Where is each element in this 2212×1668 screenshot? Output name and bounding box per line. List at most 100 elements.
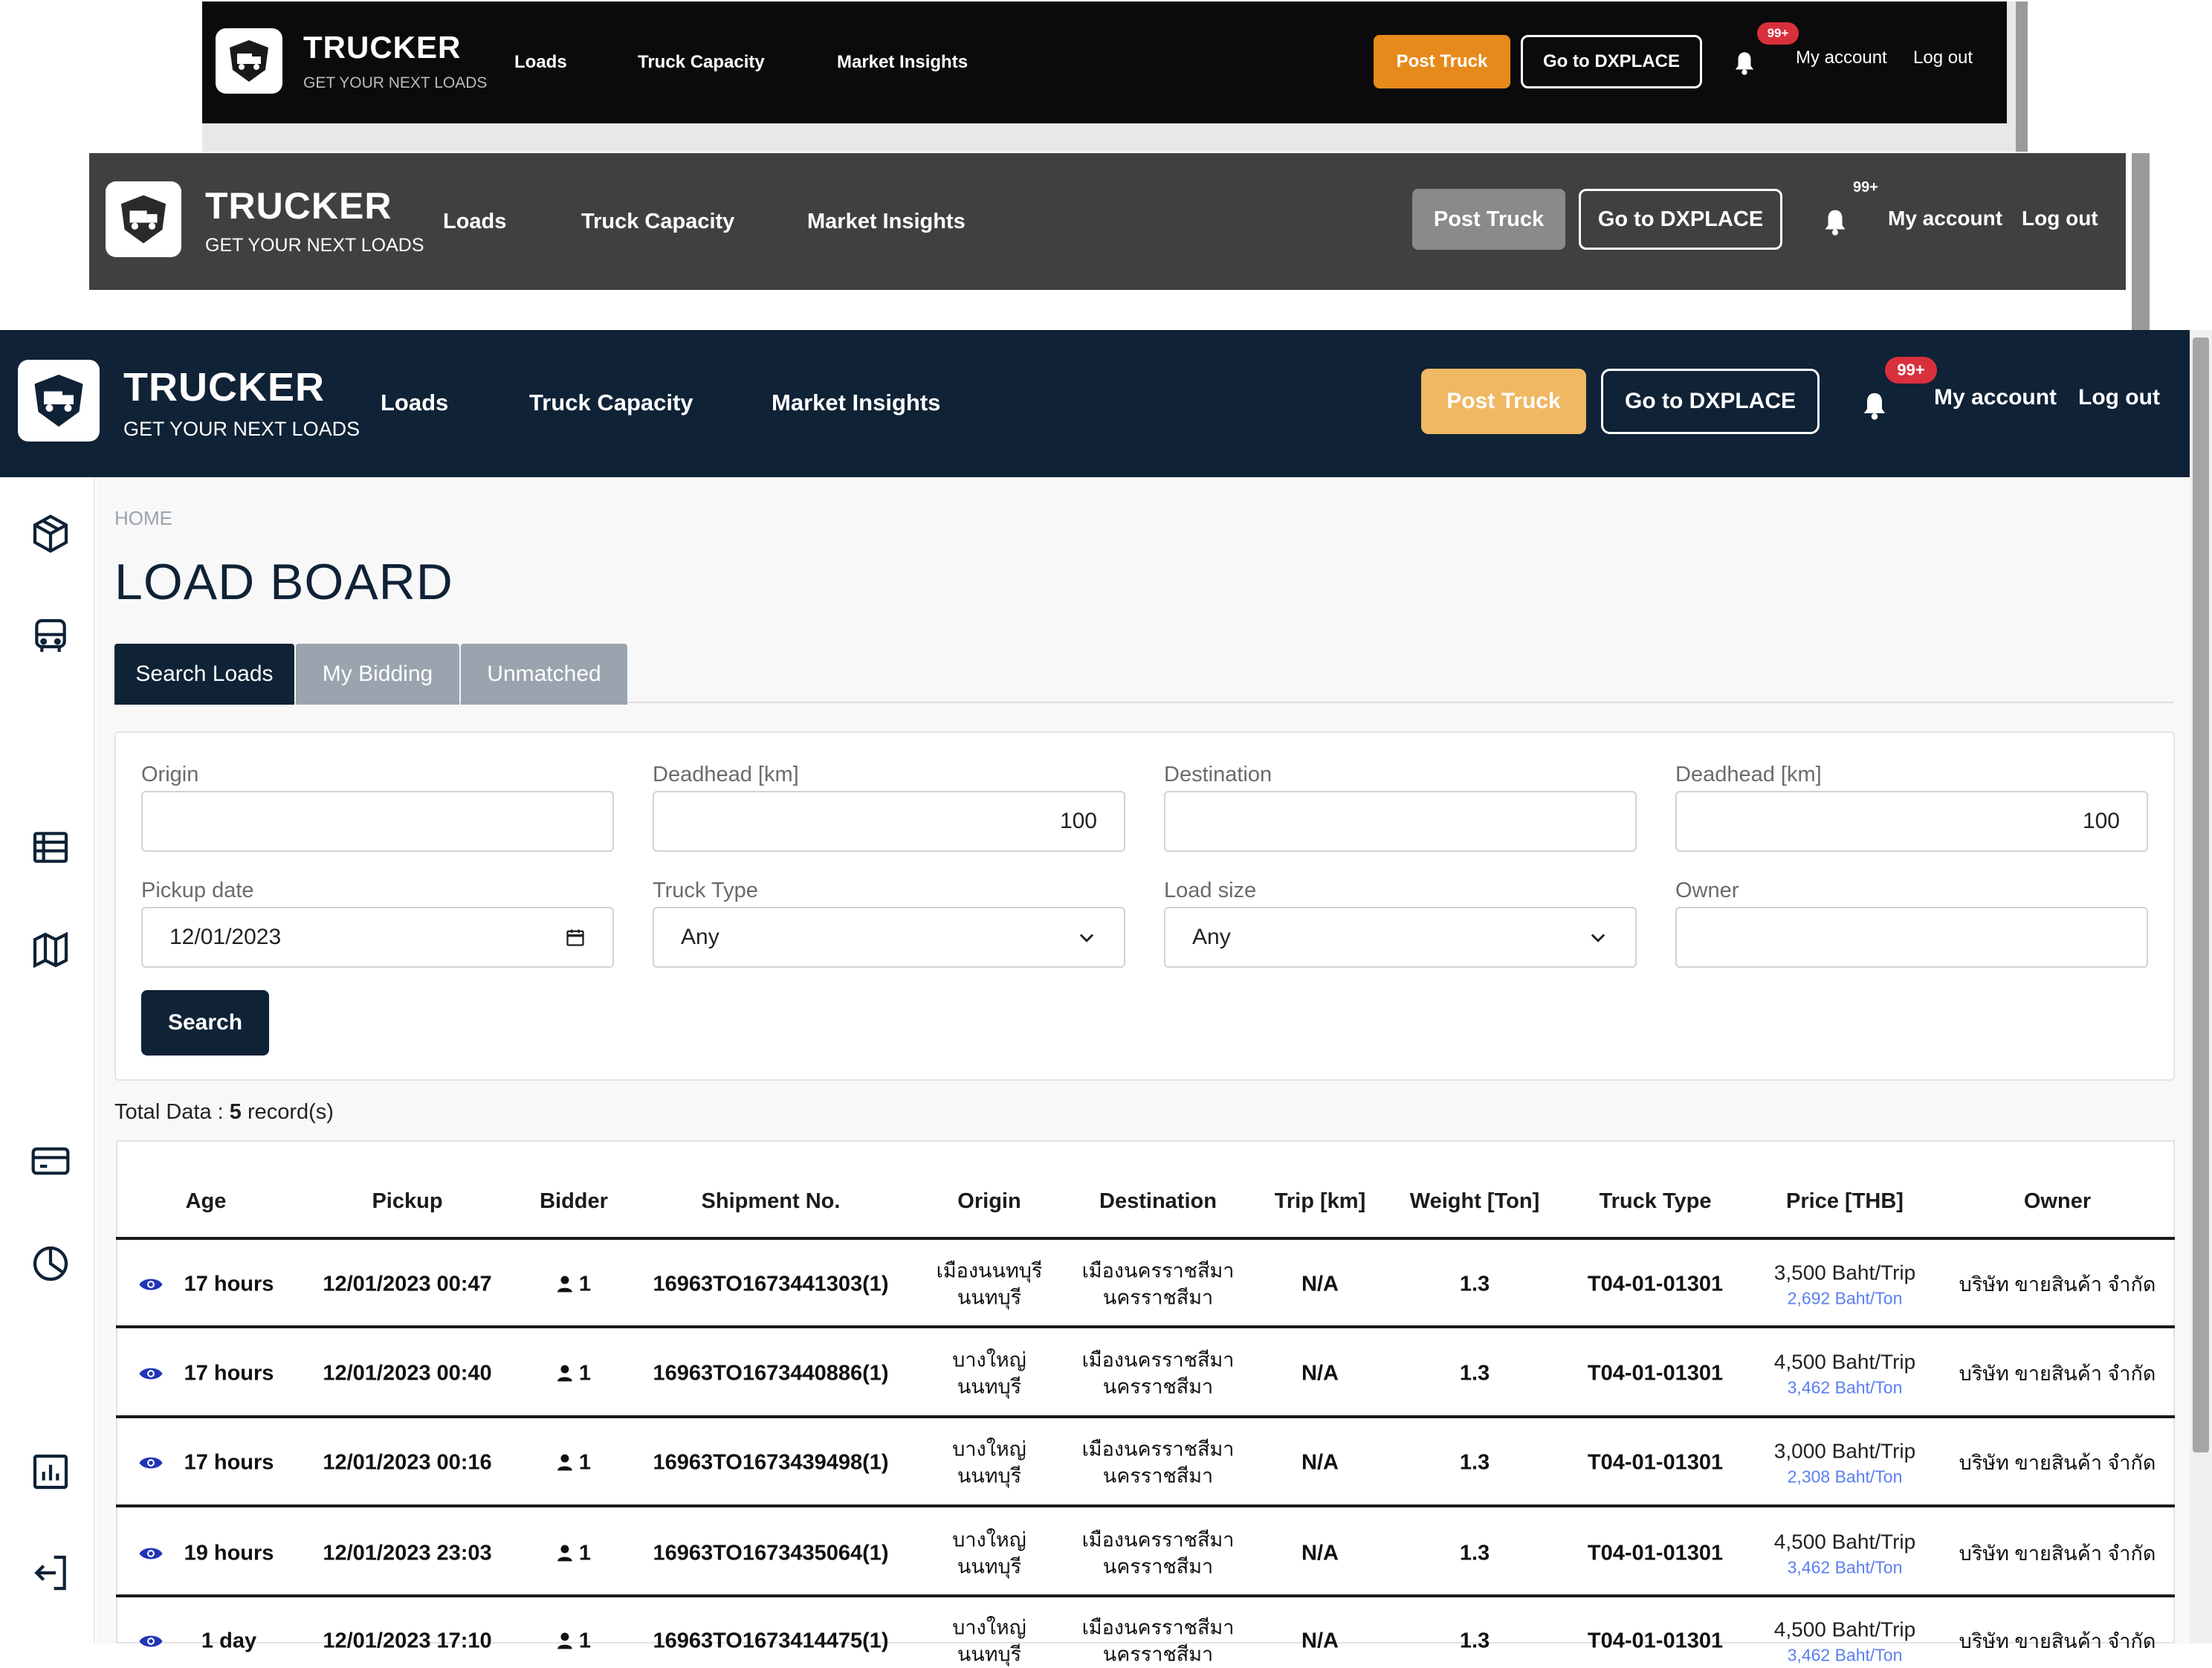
bus-icon[interactable] (30, 615, 71, 657)
row-bidder[interactable]: 1 (557, 1539, 591, 1568)
row-owner: บริษัท ขายสินค้า จำกัด (1959, 1273, 2156, 1296)
deadhead-origin-label: Deadhead [km] (653, 763, 799, 786)
truck-type-select[interactable]: Any (653, 907, 1125, 968)
column-header-origin[interactable]: Origin (957, 1189, 1021, 1214)
tab-search-loads[interactable]: Search Loads (114, 644, 294, 705)
go-dxplace-button[interactable]: Go to DXPLACE (1601, 369, 1820, 434)
bar-chart-icon[interactable] (30, 1451, 71, 1493)
nav-loads[interactable]: Loads (381, 389, 448, 416)
row-truck-type: T04-01-01301 (1587, 1450, 1724, 1475)
view-eye-icon[interactable] (138, 1632, 164, 1650)
nav-market-insights-2[interactable]: Market Insights (807, 210, 966, 234)
nav-truck-capacity-2[interactable]: Truck Capacity (581, 210, 734, 234)
logout-link-1[interactable]: Log out (1913, 48, 1973, 68)
column-header-weight[interactable]: Weight [Ton] (1410, 1189, 1539, 1214)
brand-logo-1[interactable] (216, 28, 282, 94)
post-truck-button[interactable]: Post Truck (1421, 369, 1586, 434)
row-bidder[interactable]: 1 (557, 1448, 591, 1477)
nav-market-insights-1[interactable]: Market Insights (837, 52, 968, 73)
column-header-owner[interactable]: Owner (2024, 1189, 2091, 1214)
column-header-pickup[interactable]: Pickup (372, 1189, 442, 1214)
list-icon[interactable] (30, 827, 71, 868)
logout-icon[interactable] (30, 1552, 71, 1594)
row-truck-type: T04-01-01301 (1587, 1629, 1724, 1653)
brand-logo[interactable] (18, 360, 100, 442)
row-bidder[interactable]: 1 (557, 1359, 591, 1388)
row-shipment-no[interactable]: 16963TO1673441303(1) (653, 1270, 888, 1299)
load-size-select[interactable]: Any (1164, 907, 1637, 968)
view-eye-icon[interactable] (138, 1365, 164, 1383)
post-truck-button-2[interactable]: Post Truck (1412, 189, 1565, 250)
chevron-down-icon (1079, 934, 1094, 943)
row-weight: 1.3 (1459, 1541, 1490, 1565)
column-header-bidder[interactable]: Bidder (540, 1189, 608, 1214)
pickup-date-value: 12/01/2023 (169, 925, 282, 949)
go-dxplace-button-1[interactable]: Go to DXPLACE (1521, 35, 1702, 88)
deadhead-origin-input[interactable]: 100 (653, 791, 1125, 852)
column-header-price[interactable]: Price [THB] (1786, 1189, 1904, 1214)
column-header-age[interactable]: Age (186, 1189, 227, 1214)
column-header-trip[interactable]: Trip [km] (1275, 1189, 1365, 1214)
tab-unmatched[interactable]: Unmatched (461, 644, 627, 705)
tab-my-bidding[interactable]: My Bidding (296, 644, 459, 705)
scrollbar-track[interactable] (2190, 330, 2212, 1643)
map-icon[interactable] (30, 929, 71, 971)
nav-truck-capacity[interactable]: Truck Capacity (529, 389, 693, 416)
column-header-truck-type[interactable]: Truck Type (1600, 1189, 1712, 1214)
post-truck-button-1[interactable]: Post Truck (1374, 35, 1510, 88)
owner-input[interactable] (1675, 907, 2148, 968)
row-weight: 1.3 (1459, 1629, 1490, 1653)
view-eye-icon[interactable] (138, 1276, 164, 1293)
row-shipment-no[interactable]: 16963TO1673440886(1) (653, 1359, 888, 1388)
row-pickup: 12/01/2023 00:16 (323, 1450, 492, 1475)
nav-loads-2[interactable]: Loads (443, 210, 506, 234)
user-icon (557, 1454, 572, 1471)
row-bidder[interactable]: 1 (557, 1626, 591, 1655)
row-age: 1 day (201, 1629, 257, 1653)
bell-icon[interactable] (1861, 391, 1888, 421)
pie-chart-icon[interactable] (30, 1243, 71, 1284)
row-owner: บริษัท ขายสินค้า จำกัด (1959, 1542, 2156, 1565)
nav-truck-capacity-1[interactable]: Truck Capacity (638, 52, 765, 73)
my-account-link-2[interactable]: My account (1888, 207, 2002, 230)
logout-link-2[interactable]: Log out (2022, 207, 2098, 230)
truck-type-label: Truck Type (653, 879, 758, 902)
row-destination: เมืองนครราชสีมา นครราชสีมา (1081, 1259, 1235, 1309)
row-shipment-no[interactable]: 16963TO1673439498(1) (653, 1448, 888, 1477)
row-shipment-no[interactable]: 16963TO1673414475(1) (653, 1626, 888, 1655)
bell-icon-2[interactable] (1823, 208, 1848, 236)
view-eye-icon[interactable] (138, 1454, 164, 1472)
brand-tagline: GET YOUR NEXT LOADS (123, 418, 360, 440)
box-icon[interactable] (30, 513, 71, 555)
my-account-link-1[interactable]: My account (1796, 48, 1887, 68)
credit-card-icon[interactable] (30, 1140, 71, 1182)
logout-link[interactable]: Log out (2078, 385, 2160, 410)
search-button[interactable]: Search (141, 990, 269, 1056)
truck-shield-icon (34, 375, 83, 427)
row-pickup: 12/01/2023 00:40 (323, 1361, 492, 1386)
pickup-date-input[interactable]: 12/01/2023 (141, 907, 614, 968)
user-icon (557, 1276, 572, 1293)
scrollbar-thumb[interactable] (2193, 337, 2209, 1452)
load-size-label: Load size (1164, 879, 1257, 902)
row-bidder[interactable]: 1 (557, 1270, 591, 1299)
deadhead-destination-input[interactable]: 100 (1675, 791, 2148, 852)
breadcrumb[interactable]: HOME (114, 507, 172, 530)
brand-logo-2[interactable] (106, 181, 181, 257)
calendar-icon[interactable] (565, 927, 586, 948)
origin-input[interactable] (141, 791, 614, 852)
view-eye-icon[interactable] (138, 1545, 164, 1562)
nav-loads-1[interactable]: Loads (514, 52, 567, 73)
my-account-link[interactable]: My account (1934, 385, 2057, 410)
go-dxplace-button-2[interactable]: Go to DXPLACE (1579, 189, 1782, 250)
table-row-divider (116, 1325, 2175, 1328)
row-truck-type: T04-01-01301 (1587, 1272, 1724, 1296)
column-header-shipment-no[interactable]: Shipment No. (702, 1189, 841, 1214)
row-shipment-no[interactable]: 16963TO1673435064(1) (653, 1539, 888, 1568)
destination-input[interactable] (1164, 791, 1637, 852)
column-header-destination[interactable]: Destination (1099, 1189, 1217, 1214)
brand-tagline-2: GET YOUR NEXT LOADS (205, 235, 424, 256)
bell-icon-1[interactable] (1733, 51, 1756, 76)
nav-market-insights[interactable]: Market Insights (772, 389, 940, 416)
row-weight: 1.3 (1459, 1272, 1490, 1296)
